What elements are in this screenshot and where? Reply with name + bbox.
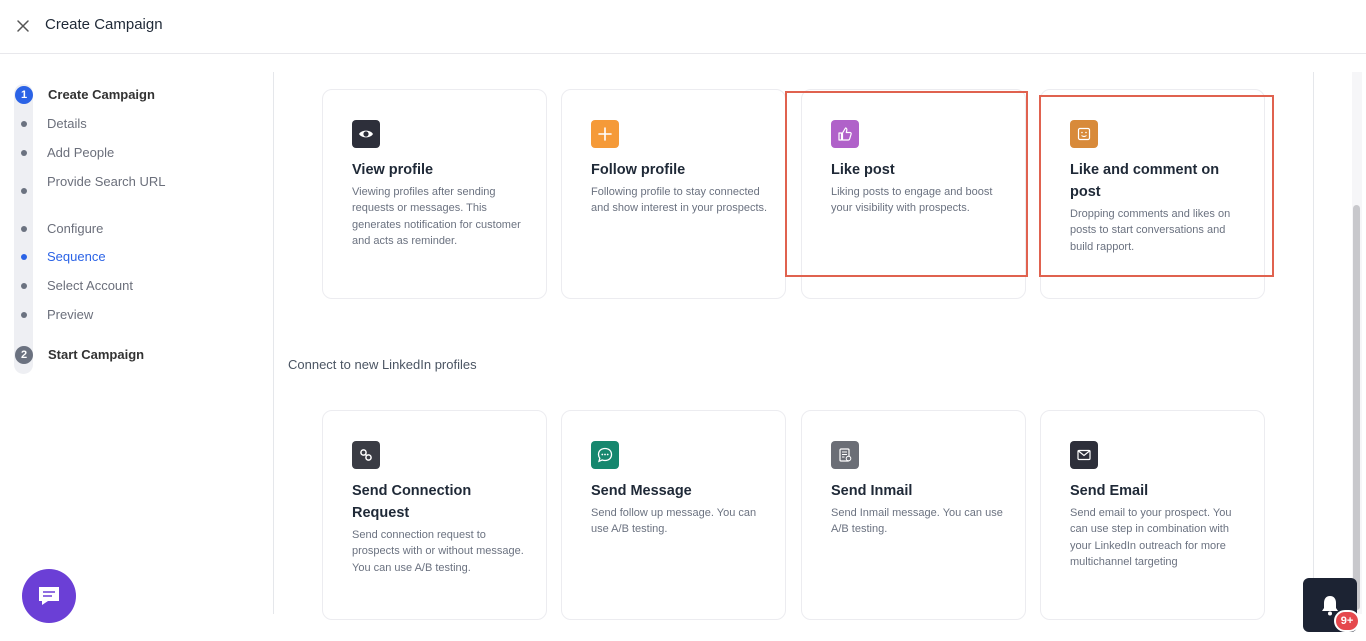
step-1-badge: 1 — [15, 86, 33, 104]
top-bar: Create Campaign — [0, 0, 1366, 54]
sidebar-item-sequence[interactable]: Sequence — [47, 248, 106, 266]
highlight-box-like-post — [785, 91, 1028, 277]
card-description: Send follow up message. You can use A/B … — [591, 507, 757, 536]
notification-badge: 9+ — [1334, 610, 1360, 632]
step-dot — [21, 121, 27, 127]
card-description: Following profile to stay connected and … — [591, 186, 768, 215]
sidebar-item-configure[interactable]: Configure — [47, 220, 103, 238]
card-description: Send Inmail message. You can use A/B tes… — [831, 507, 1003, 536]
sidebar-item-provide-search-url[interactable]: Provide Search URL — [47, 173, 177, 191]
card-view-profile[interactable]: View profile Viewing profiles after send… — [322, 89, 547, 299]
card-follow-profile[interactable]: Follow profile Following profile to stay… — [561, 89, 786, 299]
card-title: Follow profile — [591, 162, 686, 178]
sidebar-item-add-people[interactable]: Add People — [47, 144, 114, 162]
card-title: Send Email — [1070, 483, 1149, 499]
highlight-box-like-comment — [1039, 95, 1274, 277]
step-1-label[interactable]: Create Campaign — [48, 87, 155, 102]
step-dot — [21, 226, 27, 232]
sidebar-item-select-account[interactable]: Select Account — [47, 277, 133, 295]
card-description: Viewing profiles after sending requests … — [352, 186, 521, 247]
inmail-icon — [831, 441, 859, 469]
scrollbar-thumb[interactable] — [1353, 205, 1360, 610]
page-title: Create Campaign — [45, 16, 163, 33]
card-description: Send email to your prospect. You can use… — [1070, 507, 1232, 568]
step-dot — [21, 283, 27, 289]
chat-launcher-button[interactable] — [22, 569, 76, 623]
card-send-message[interactable]: Send Message Send follow up message. You… — [561, 410, 786, 620]
step-2-badge: 2 — [15, 346, 33, 364]
envelope-icon — [1070, 441, 1098, 469]
step-dot-active — [21, 254, 27, 260]
sidebar-item-details[interactable]: Details — [47, 115, 87, 133]
card-title: Send Connection Request — [352, 483, 472, 521]
step-dot — [21, 188, 27, 194]
chat-bubble-icon — [39, 587, 59, 605]
close-icon[interactable] — [15, 18, 31, 34]
card-send-connection-request[interactable]: Send Connection Request Send connection … — [322, 410, 547, 620]
card-description: Send connection request to prospects wit… — [352, 529, 524, 574]
card-title: Send Message — [591, 483, 692, 499]
message-icon — [591, 441, 619, 469]
eye-icon — [352, 120, 380, 148]
section-heading: Connect to new LinkedIn profiles — [288, 357, 477, 372]
sidebar-item-preview[interactable]: Preview — [47, 306, 93, 324]
card-send-inmail[interactable]: Send Inmail Send Inmail message. You can… — [801, 410, 1026, 620]
content-divider — [1313, 72, 1314, 614]
sidebar-divider — [273, 72, 274, 614]
link-icon — [352, 441, 380, 469]
card-title: Send Inmail — [831, 483, 913, 499]
step-dot — [21, 150, 27, 156]
step-2-label[interactable]: Start Campaign — [48, 347, 144, 362]
card-send-email[interactable]: Send Email Send email to your prospect. … — [1040, 410, 1265, 620]
step-dot — [21, 312, 27, 318]
card-title: View profile — [352, 162, 434, 178]
plus-icon — [591, 120, 619, 148]
